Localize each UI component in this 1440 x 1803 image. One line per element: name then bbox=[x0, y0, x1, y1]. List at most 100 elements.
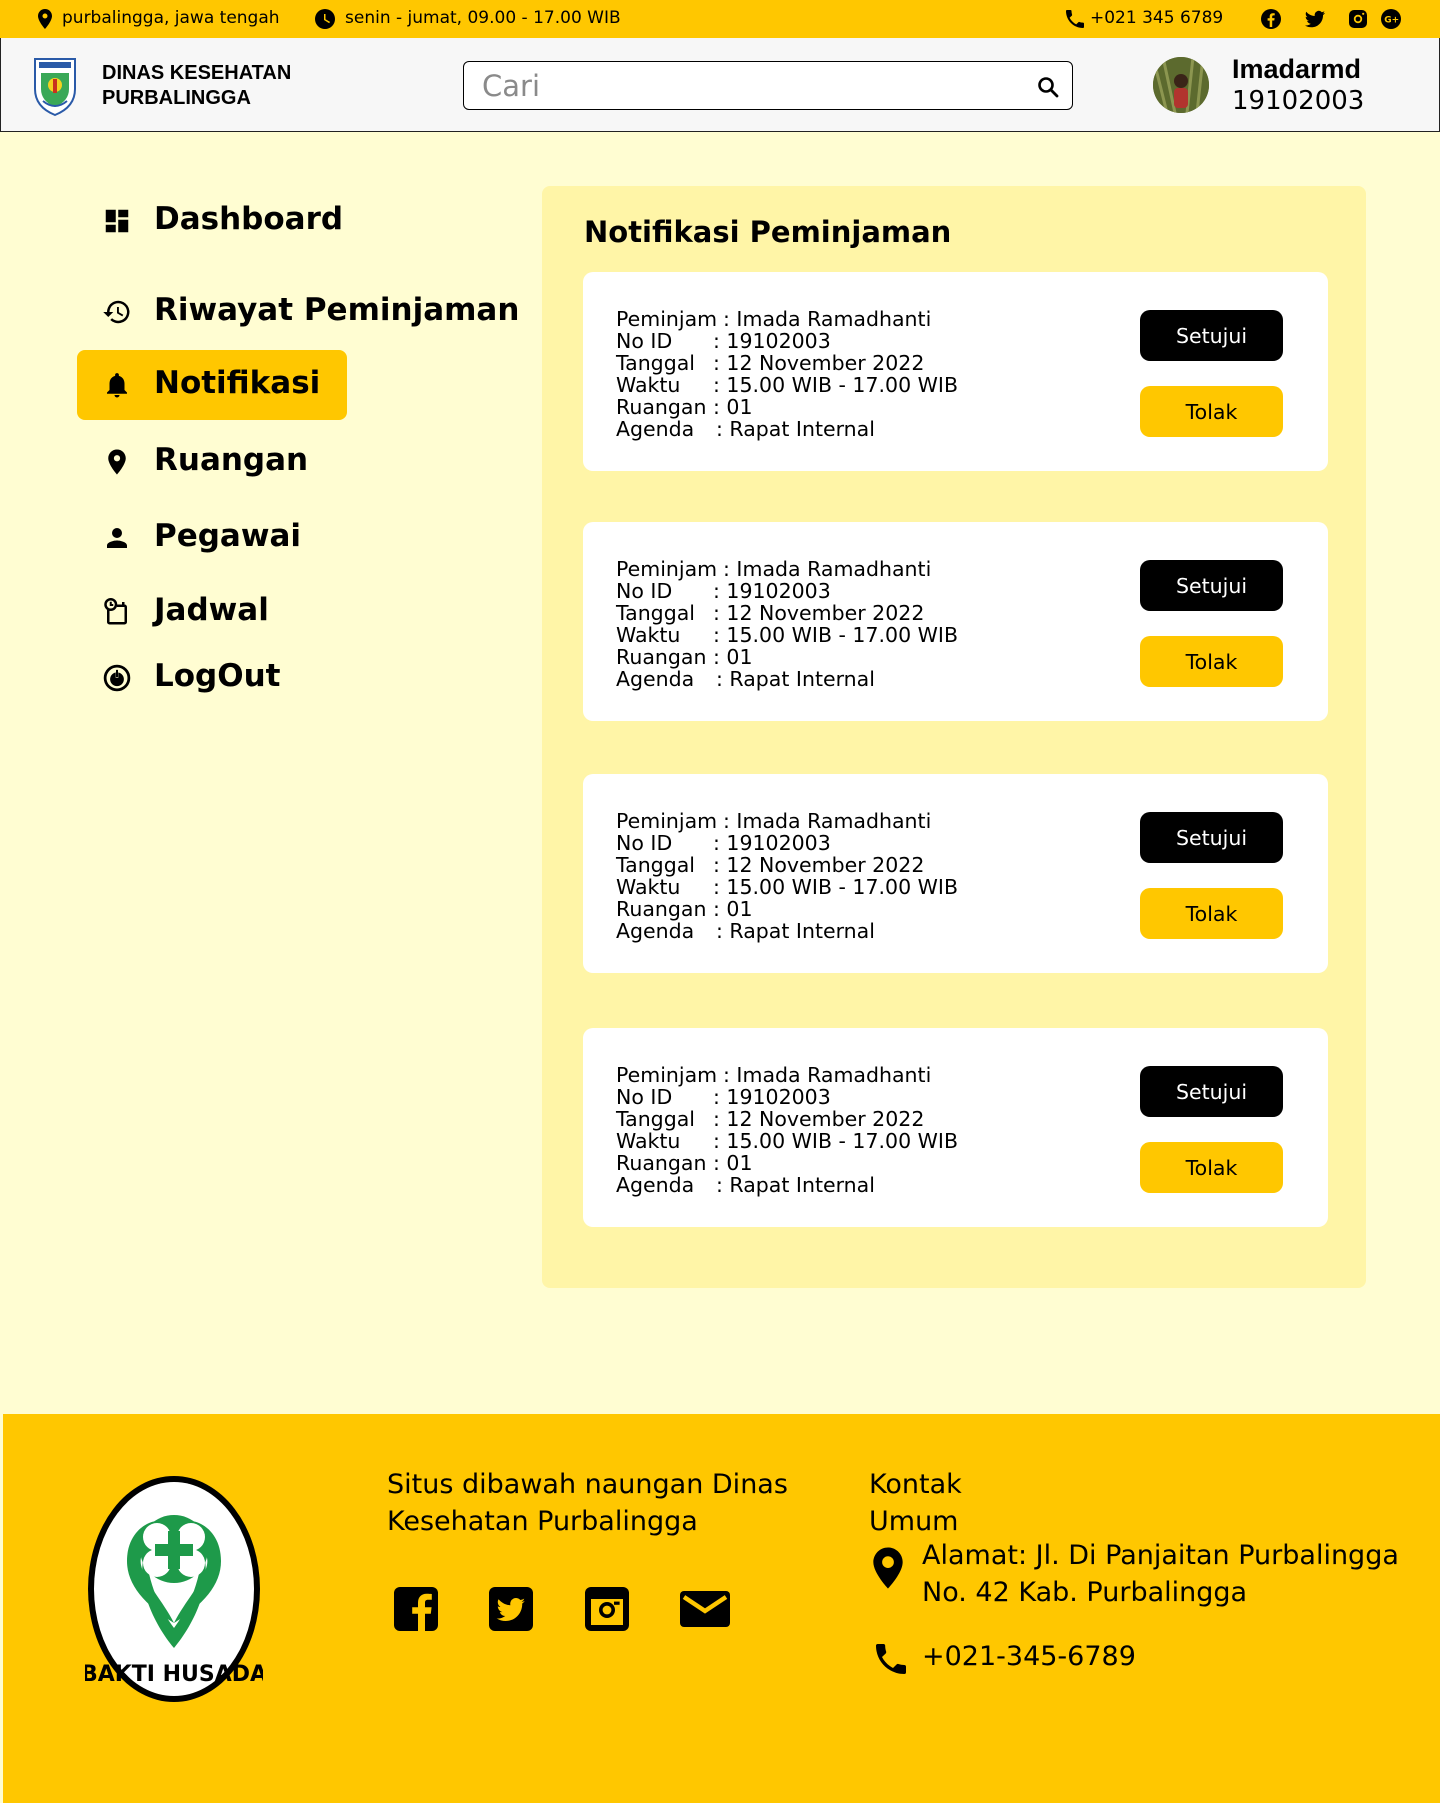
page-title: Notifikasi Peminjaman bbox=[584, 215, 952, 249]
detail-label: Tanggal bbox=[616, 351, 695, 375]
detail-value: : Imada Ramadhanti bbox=[723, 809, 932, 833]
approve-button[interactable]: Setujui bbox=[1140, 560, 1283, 611]
detail-value: : 19102003 bbox=[713, 1085, 831, 1109]
footer-about-line2: Kesehatan Purbalingga bbox=[387, 1506, 698, 1537]
footer-address: Alamat: Jl. Di Panjaitan Purbalingga No.… bbox=[922, 1537, 1399, 1611]
detail-label: No ID bbox=[616, 329, 673, 353]
sidebar-item-jadwal[interactable]: Jadwal bbox=[77, 577, 347, 647]
detail-label: Agenda bbox=[616, 919, 695, 943]
location-pin-icon bbox=[108, 449, 126, 475]
detail-label: Peminjam bbox=[616, 307, 718, 331]
detail-value: : 19102003 bbox=[713, 831, 831, 855]
detail-label: Agenda bbox=[616, 1173, 695, 1197]
approve-button[interactable]: Setujui bbox=[1140, 812, 1283, 863]
search-box[interactable] bbox=[463, 61, 1073, 110]
facebook-icon[interactable] bbox=[1259, 7, 1283, 31]
bakti-husada-logo: BAKTI HUSADA bbox=[85, 1476, 263, 1702]
detail-value: : 01 bbox=[713, 395, 753, 419]
detail-value: : Imada Ramadhanti bbox=[723, 307, 932, 331]
detail-label: Tanggal bbox=[616, 853, 695, 877]
detail-label: Waktu bbox=[616, 875, 681, 899]
detail-value: : Rapat Internal bbox=[716, 417, 875, 441]
detail-label: No ID bbox=[616, 1085, 673, 1109]
organization-name-line2: PURBALINGGA bbox=[102, 87, 251, 109]
avatar[interactable] bbox=[1153, 57, 1209, 113]
notification-card: Peminjam: Imada Ramadhanti No ID: 1910200… bbox=[583, 1028, 1328, 1227]
search-input[interactable] bbox=[480, 67, 1004, 105]
history-icon bbox=[103, 300, 130, 324]
instagram-icon[interactable] bbox=[583, 1585, 631, 1633]
sidebar-item-notifikasi[interactable]: Notifikasi bbox=[77, 350, 347, 420]
reject-button[interactable]: Tolak bbox=[1140, 636, 1283, 687]
bell-icon bbox=[107, 373, 127, 398]
detail-label: Peminjam bbox=[616, 557, 718, 581]
detail-value: : 19102003 bbox=[713, 329, 831, 353]
reject-button[interactable]: Tolak bbox=[1140, 386, 1283, 437]
detail-label: Tanggal bbox=[616, 601, 695, 625]
footer-contact-title: Kontak Umum bbox=[869, 1466, 962, 1540]
phone-icon bbox=[1066, 10, 1084, 28]
sidebar-item-label: Riwayat Peminjaman bbox=[154, 292, 520, 328]
detail-label: Peminjam bbox=[616, 809, 718, 833]
detail-value: : 12 November 2022 bbox=[713, 601, 925, 625]
person-icon bbox=[107, 528, 127, 548]
footer-about: Situs dibawah naungan Dinas Kesehatan Pu… bbox=[387, 1466, 788, 1540]
sidebar-item-label: Notifikasi bbox=[154, 365, 321, 401]
detail-label: Waktu bbox=[616, 373, 681, 397]
schedule-icon bbox=[104, 598, 127, 625]
detail-value: : 01 bbox=[713, 897, 753, 921]
location-text: purbalingga, jawa tengah bbox=[62, 8, 280, 28]
location-pin-icon bbox=[38, 9, 52, 29]
reject-button[interactable]: Tolak bbox=[1140, 888, 1283, 939]
sidebar-item-pegawai[interactable]: Pegawai bbox=[77, 503, 347, 573]
detail-label: Waktu bbox=[616, 623, 681, 647]
phone-icon bbox=[876, 1644, 906, 1674]
site-header: DINAS KESEHATAN PURBALINGGA Imadarmd 191… bbox=[0, 38, 1440, 132]
reject-button[interactable]: Tolak bbox=[1140, 1142, 1283, 1193]
detail-value: : 15.00 WIB - 17.00 WIB bbox=[713, 623, 959, 647]
detail-value: : 01 bbox=[713, 1151, 753, 1175]
search-icon[interactable] bbox=[1036, 75, 1060, 99]
regency-emblem-logo bbox=[34, 58, 76, 117]
mail-icon[interactable] bbox=[678, 1585, 732, 1633]
office-hours-text: senin - jumat, 09.00 - 17.00 WIB bbox=[345, 8, 621, 28]
approve-button[interactable]: Setujui bbox=[1140, 1066, 1283, 1117]
detail-value: : 12 November 2022 bbox=[713, 853, 925, 877]
notification-card: Peminjam: Imada Ramadhanti No ID : 1910200… bbox=[583, 272, 1328, 471]
instagram-icon[interactable] bbox=[1346, 7, 1370, 31]
detail-label: Tanggal bbox=[616, 1107, 695, 1131]
detail-label: Ruangan bbox=[616, 1151, 707, 1175]
approve-button[interactable]: Setujui bbox=[1140, 310, 1283, 361]
sidebar-item-riwayat-peminjaman[interactable]: Riwayat Peminjaman bbox=[77, 277, 519, 347]
svg-text:G+: G+ bbox=[1384, 16, 1399, 26]
twitter-icon[interactable] bbox=[487, 1585, 535, 1633]
detail-label: Waktu bbox=[616, 1129, 681, 1153]
detail-value: : 01 bbox=[713, 645, 753, 669]
detail-value: : Imada Ramadhanti bbox=[723, 557, 932, 581]
detail-label: Ruangan bbox=[616, 897, 707, 921]
sidebar-item-ruangan[interactable]: Ruangan bbox=[77, 427, 347, 497]
site-footer: BAKTI HUSADA Situs dibawah naungan Dinas… bbox=[3, 1414, 1440, 1803]
google-plus-icon[interactable]: G+ bbox=[1379, 7, 1403, 31]
logo-text: BAKTI HUSADA bbox=[85, 1662, 263, 1687]
footer-about-line1: Situs dibawah naungan Dinas bbox=[387, 1469, 788, 1500]
top-info-bar: purbalingga, jawa tengah senin - jumat, … bbox=[0, 0, 1440, 38]
user-name: Imadarmd bbox=[1232, 54, 1362, 84]
facebook-icon[interactable] bbox=[392, 1585, 440, 1633]
footer-address-line1: Alamat: Jl. Di Panjaitan Purbalingga bbox=[922, 1540, 1399, 1571]
sidebar-item-label: LogOut bbox=[154, 658, 281, 694]
detail-label: Agenda bbox=[616, 417, 695, 441]
power-icon bbox=[103, 664, 131, 692]
footer-phone: +021-345-6789 bbox=[922, 1641, 1136, 1672]
detail-value: : 15.00 WIB - 17.00 WIB bbox=[713, 875, 959, 899]
avatar-photo bbox=[1153, 57, 1209, 113]
detail-value: : Rapat Internal bbox=[716, 1173, 875, 1197]
sidebar-item-logout[interactable]: LogOut bbox=[77, 643, 347, 713]
twitter-icon[interactable] bbox=[1303, 7, 1327, 31]
notification-card: Peminjam: Imada Ramadhanti No ID: 1910200… bbox=[583, 522, 1328, 721]
footer-contact-title-line2: Umum bbox=[869, 1506, 959, 1537]
footer-contact-title-line1: Kontak bbox=[869, 1469, 962, 1500]
sidebar-item-dashboard[interactable]: Dashboard bbox=[77, 186, 347, 256]
detail-value: : 12 November 2022 bbox=[713, 1107, 925, 1131]
detail-value: : 15.00 WIB - 17.00 WIB bbox=[713, 373, 959, 397]
